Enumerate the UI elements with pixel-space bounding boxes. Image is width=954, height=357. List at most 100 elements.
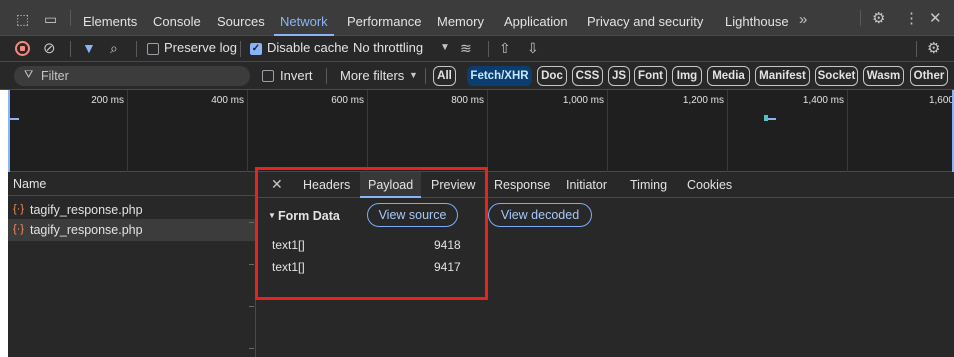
form-data-title[interactable]: Form Data (278, 209, 340, 223)
gridline (727, 90, 728, 172)
gridline (487, 90, 488, 172)
filter-input[interactable]: ⛛ Filter (14, 66, 250, 86)
request-list: Name {·} tagify_response.php {·} tagify_… (8, 172, 256, 357)
filter-funnel-icon: ⛛ (24, 69, 34, 81)
search-icon[interactable]: ⌕ (110, 41, 118, 55)
filter-funnel-icon[interactable]: ▼ (82, 41, 96, 55)
chip-doc[interactable]: Doc (537, 66, 567, 86)
chip-js[interactable]: JS (608, 66, 630, 86)
tab-privacy-security[interactable]: Privacy and security (587, 0, 703, 36)
view-source-button[interactable]: View source (367, 203, 458, 227)
chip-font[interactable]: Font (634, 66, 667, 86)
tab-response[interactable]: Response (494, 172, 550, 198)
tab-sources[interactable]: Sources (217, 0, 265, 36)
invert-label: Invert (280, 68, 313, 83)
inspect-element-icon[interactable]: ⬚ (16, 12, 29, 26)
divider (488, 41, 489, 57)
preserve-log-checkbox[interactable] (147, 43, 159, 55)
timeline-overview[interactable]: 200 ms 400 ms 600 ms 800 ms 1,000 ms 1,2… (8, 90, 954, 172)
close-detail-icon[interactable]: ✕ (271, 177, 283, 191)
timeline-tick-label: 400 ms (211, 95, 244, 106)
timeline-tick-label: 1,000 ms (562, 95, 604, 106)
collapse-triangle-icon[interactable]: ▼ (268, 212, 276, 220)
request-bar (10, 118, 19, 120)
chip-wasm[interactable]: Wasm (863, 66, 904, 86)
tab-cookies[interactable]: Cookies (687, 172, 732, 198)
tab-elements[interactable]: Elements (83, 0, 137, 36)
chevron-down-icon[interactable]: ▼ (409, 71, 418, 80)
tab-performance[interactable]: Performance (347, 0, 421, 36)
invert-checkbox[interactable] (262, 70, 274, 82)
stop-recording-icon[interactable] (15, 41, 30, 56)
form-data-key: text1[] (272, 238, 305, 252)
timeline-tick-label: 1,200 ms (682, 95, 724, 106)
export-har-icon[interactable]: ⇩ (527, 41, 539, 55)
tab-console[interactable]: Console (153, 0, 201, 36)
tick-mark (249, 264, 254, 265)
chevron-down-icon[interactable]: ▼ (440, 43, 450, 53)
tab-application[interactable]: Application (504, 0, 568, 36)
tab-network[interactable]: Network (274, 0, 334, 36)
gridline (247, 90, 248, 172)
request-name: tagify_response.php (30, 223, 143, 237)
more-options-icon[interactable]: ⋮ (904, 11, 919, 26)
divider (70, 41, 71, 57)
tab-preview[interactable]: Preview (431, 172, 475, 198)
chip-css[interactable]: CSS (572, 66, 603, 86)
chip-img[interactable]: Img (672, 66, 702, 86)
chip-manifest[interactable]: Manifest (755, 66, 810, 86)
timeline-tick-label: 200 ms (91, 95, 124, 106)
request-row-selected[interactable]: {·} tagify_response.php (8, 219, 256, 241)
tab-timing[interactable]: Timing (630, 172, 667, 198)
disable-cache-label: Disable cache (267, 40, 349, 55)
divider (860, 10, 861, 26)
gridline (607, 90, 608, 172)
timeline-tick-label: 1,400 ms (802, 95, 844, 106)
clear-icon[interactable]: ⊘ (43, 41, 56, 56)
view-decoded-button[interactable]: View decoded (488, 203, 592, 227)
divider (136, 41, 137, 57)
network-settings-gear-icon[interactable]: ⚙ (927, 41, 940, 56)
tab-initiator[interactable]: Initiator (566, 172, 607, 198)
chip-socket[interactable]: Socket (815, 66, 858, 86)
more-filters-dropdown[interactable]: More filters (340, 68, 404, 83)
tab-payload[interactable]: Payload (360, 172, 422, 198)
more-tabs-chevron-icon[interactable]: » (799, 12, 807, 27)
network-conditions-wifi-icon[interactable]: ≋ (460, 41, 472, 55)
chip-media[interactable]: Media (707, 66, 750, 86)
timeline-start-handle[interactable] (8, 90, 10, 172)
timeline-tick-label: 600 ms (331, 95, 364, 106)
settings-gear-icon[interactable]: ⚙ (872, 11, 885, 26)
device-toolbar-icon[interactable]: ▭ (44, 12, 57, 26)
xhr-request-icon: {·} (13, 203, 25, 215)
disable-cache-checkbox[interactable]: ✓ (250, 43, 262, 55)
chip-fetch-xhr[interactable]: Fetch/XHR (467, 66, 532, 86)
divider (240, 41, 241, 57)
tab-memory[interactable]: Memory (437, 0, 484, 36)
tab-lighthouse[interactable]: Lighthouse (725, 0, 789, 36)
chip-all[interactable]: All (433, 66, 456, 86)
network-toolbar: ⊘ ▼ ⌕ Preserve log ✓ Disable cache No th… (0, 36, 954, 62)
preserve-log-label: Preserve log (164, 40, 237, 55)
main-tabbar: ⬚ ▭ Elements Console Sources Network Per… (0, 0, 954, 36)
gridline (367, 90, 368, 172)
tab-headers[interactable]: Headers (303, 172, 350, 198)
divider (70, 10, 71, 26)
divider (326, 68, 327, 84)
form-data-value: 9417 (434, 260, 461, 274)
import-har-icon[interactable]: ⇧ (499, 41, 511, 55)
throttling-select[interactable]: No throttling (353, 40, 423, 55)
gridline (847, 90, 848, 172)
request-detail-panel: ✕ Headers Payload Preview Response Initi… (257, 172, 954, 357)
name-column-header[interactable]: Name (8, 172, 256, 196)
tick-mark (249, 222, 254, 223)
close-devtools-icon[interactable]: ✕ (929, 11, 942, 26)
tick-mark (249, 348, 254, 349)
chip-other[interactable]: Other (910, 66, 948, 86)
divider (425, 68, 426, 84)
form-data-value: 9418 (434, 238, 461, 252)
request-row[interactable]: {·} tagify_response.php (8, 199, 256, 221)
xhr-request-icon: {·} (13, 223, 25, 235)
request-name: tagify_response.php (30, 203, 143, 217)
timeline-tick-label: 800 ms (451, 95, 484, 106)
